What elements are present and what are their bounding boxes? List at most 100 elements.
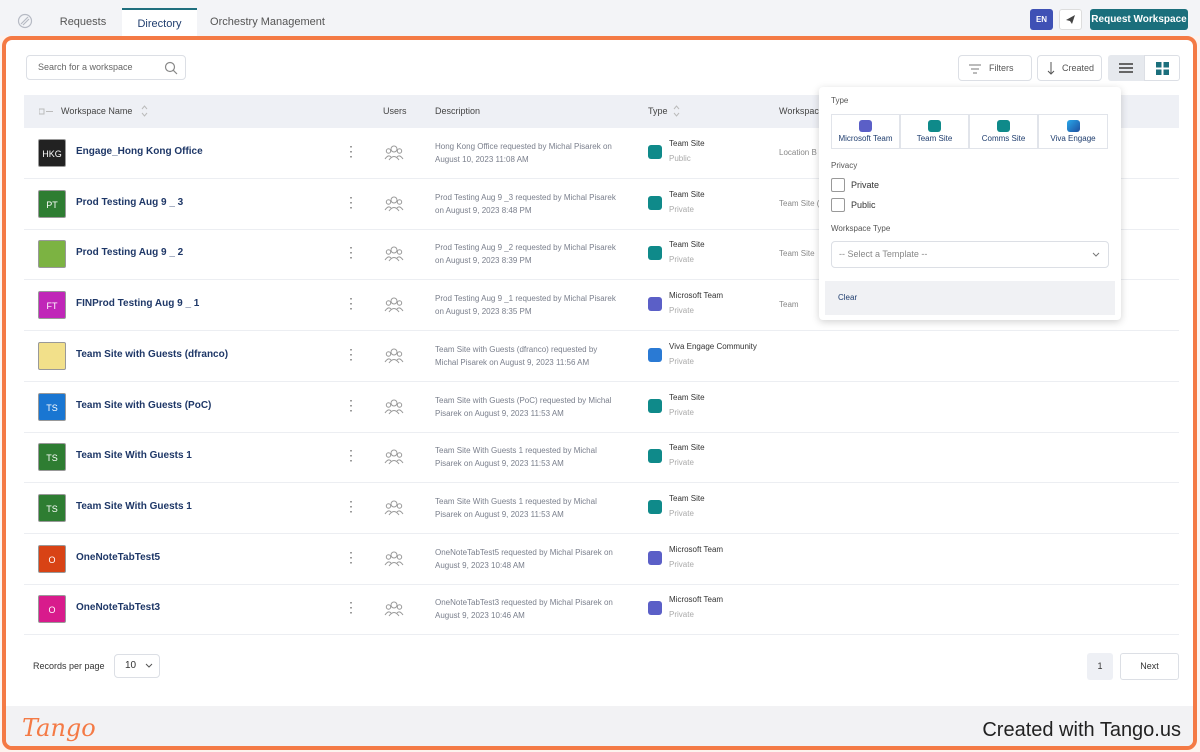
workspace-description: Team Site with Guests (PoC) requested by… <box>435 394 635 420</box>
header-workspace-name[interactable]: Workspace Name <box>61 106 132 116</box>
template-select[interactable]: -- Select a Template -- <box>831 241 1109 268</box>
request-workspace-button[interactable]: Request Workspace <box>1090 9 1188 30</box>
public-checkbox[interactable] <box>831 198 845 212</box>
users-icon[interactable] <box>384 346 404 366</box>
sort-icon[interactable] <box>141 104 148 118</box>
description-line: Prod Testing Aug 9 _1 requested by Micha… <box>435 294 616 304</box>
description-line: on August 9, 2023 8:48 PM <box>435 205 532 215</box>
records-per-page-value: 10 <box>125 660 137 671</box>
workspace-name-link[interactable]: Team Site with Guests (PoC) <box>76 400 211 411</box>
chevron-down-icon <box>145 663 153 668</box>
workspace-name-link[interactable]: Prod Testing Aug 9 _ 2 <box>76 247 183 258</box>
workspace-avatar: TS <box>38 443 66 472</box>
workspace-description: Team Site With Guests 1 requested by Mic… <box>435 495 635 521</box>
workspace-name-link[interactable]: OneNoteTabTest5 <box>76 552 160 563</box>
filter-type-comms-site[interactable]: Comms Site <box>969 114 1038 149</box>
workspace-name-link[interactable]: FINProd Testing Aug 9 _ 1 <box>76 298 199 309</box>
filter-panel: Type Microsoft Team Team Site Comms Site… <box>819 87 1121 320</box>
more-options-icon[interactable]: ⋮ <box>344 347 358 361</box>
workspace-privacy: Private <box>669 204 694 214</box>
search-placeholder: Search for a workspace <box>38 62 133 72</box>
users-icon[interactable] <box>384 244 404 264</box>
more-options-icon[interactable]: ⋮ <box>344 600 358 614</box>
next-page-button[interactable]: Next <box>1120 653 1179 680</box>
table-row[interactable]: O OneNoteTabTest5 ⋮ OneNoteTabTest5 request… <box>24 534 1179 585</box>
sharepoint-icon <box>648 145 662 159</box>
workspace-template-type: Team Site <box>779 249 815 259</box>
avatar-text: TS <box>46 503 58 514</box>
table-row[interactable]: TS Team Site with Guests (PoC) ⋮ Team Site … <box>24 382 1179 433</box>
workspace-type-name: Microsoft Team <box>669 291 724 301</box>
workspace-type-name: Team Site <box>669 493 705 503</box>
tango-logo: Tango <box>22 714 96 742</box>
search-input[interactable]: Search for a workspace <box>26 55 186 80</box>
sort-icon[interactable] <box>673 104 680 118</box>
table-row[interactable]: Team Site with Guests (dfranco) ⋮ Team Sit… <box>24 331 1179 382</box>
users-icon[interactable] <box>384 295 404 315</box>
app-logo-icon[interactable] <box>17 13 33 29</box>
users-icon[interactable] <box>384 194 404 214</box>
clear-filters-button[interactable]: Clear <box>825 281 1115 315</box>
sharepoint-icon <box>648 499 662 514</box>
page-button[interactable]: 1 <box>1087 653 1113 680</box>
description-line: August 10, 2023 11:08 AM <box>435 155 529 164</box>
filter-type-team-site[interactable]: Team Site <box>900 114 969 149</box>
list-view-icon <box>1119 63 1133 73</box>
tab-requests[interactable]: Requests <box>48 8 118 36</box>
workspace-name-link[interactable]: OneNoteTabTest3 <box>76 602 160 613</box>
more-options-icon[interactable]: ⋮ <box>344 398 358 412</box>
more-options-icon[interactable]: ⋮ <box>344 499 358 513</box>
users-icon[interactable] <box>384 143 404 163</box>
sort-created-button[interactable]: Created <box>1037 55 1102 81</box>
users-icon[interactable] <box>384 498 404 518</box>
workspace-avatar <box>38 341 66 370</box>
list-view-button[interactable] <box>1108 55 1144 81</box>
filters-button[interactable]: Filters <box>958 55 1032 81</box>
tab-directory[interactable]: Directory <box>122 8 197 36</box>
grid-view-button[interactable] <box>1144 55 1180 81</box>
workspace-name-link[interactable]: Engage_Hong Kong Office <box>76 146 203 157</box>
workspace-name-link[interactable]: Team Site With Guests 1 <box>76 501 192 512</box>
workspace-name-link[interactable]: Team Site With Guests 1 <box>76 450 192 461</box>
records-per-page-select[interactable]: 10 <box>114 654 160 678</box>
more-options-icon[interactable]: ⋮ <box>344 448 358 462</box>
workspace-type-name: Team Site <box>669 240 705 250</box>
private-checkbox[interactable] <box>831 178 845 192</box>
users-icon[interactable] <box>384 549 404 569</box>
more-options-icon[interactable]: ⋮ <box>344 550 358 564</box>
users-icon[interactable] <box>384 397 404 417</box>
sharepoint-icon <box>648 398 662 413</box>
filter-type-microsoft-team[interactable]: Microsoft Team <box>831 114 900 149</box>
workspace-name-link[interactable]: Prod Testing Aug 9 _ 3 <box>76 197 183 208</box>
users-icon[interactable] <box>384 599 404 619</box>
filter-type-viva-engage[interactable]: Viva Engage <box>1038 114 1108 149</box>
avatar-text: O <box>48 605 56 616</box>
more-options-icon[interactable]: ⋮ <box>344 195 358 209</box>
arrow-down-icon <box>1047 62 1055 75</box>
table-row[interactable]: TS Team Site With Guests 1 ⋮ Team Site With… <box>24 432 1179 484</box>
description-line: on August 9, 2023 8:35 PM <box>435 307 532 317</box>
table-row[interactable]: O OneNoteTabTest3 ⋮ OneNoteTabTest3 request… <box>24 584 1179 636</box>
more-options-icon[interactable]: ⋮ <box>344 245 358 259</box>
users-icon[interactable] <box>384 447 404 467</box>
description-line: Prod Testing Aug 9 _2 requested by Micha… <box>435 243 616 253</box>
sharepoint-icon <box>997 120 1010 132</box>
workspace-type-name: Team Site <box>669 139 705 148</box>
send-button[interactable] <box>1059 9 1082 30</box>
header-type[interactable]: Type <box>648 106 668 116</box>
search-icon[interactable] <box>164 61 178 75</box>
workspace-privacy: Private <box>669 356 694 366</box>
select-all-icon[interactable] <box>39 107 53 116</box>
more-options-icon[interactable]: ⋮ <box>344 144 358 158</box>
workspace-name-link[interactable]: Team Site with Guests (dfranco) <box>76 349 228 360</box>
description-line: Team Site With Guests 1 requested by Mic… <box>435 446 597 456</box>
description-line: on August 9, 2023 8:39 PM <box>435 256 532 266</box>
table-row[interactable]: TS Team Site With Guests 1 ⋮ Team Site With… <box>24 483 1179 534</box>
language-button[interactable]: EN <box>1030 9 1053 30</box>
more-options-icon[interactable]: ⋮ <box>344 296 358 310</box>
avatar-text: FT <box>46 301 58 312</box>
workspace-type-name: Team Site <box>669 189 705 199</box>
header-users: Users <box>383 106 407 116</box>
description-line: Hong Kong Office requested by Michal Pis… <box>435 142 612 151</box>
tab-orchestry-management[interactable]: Orchestry Management <box>200 8 335 36</box>
